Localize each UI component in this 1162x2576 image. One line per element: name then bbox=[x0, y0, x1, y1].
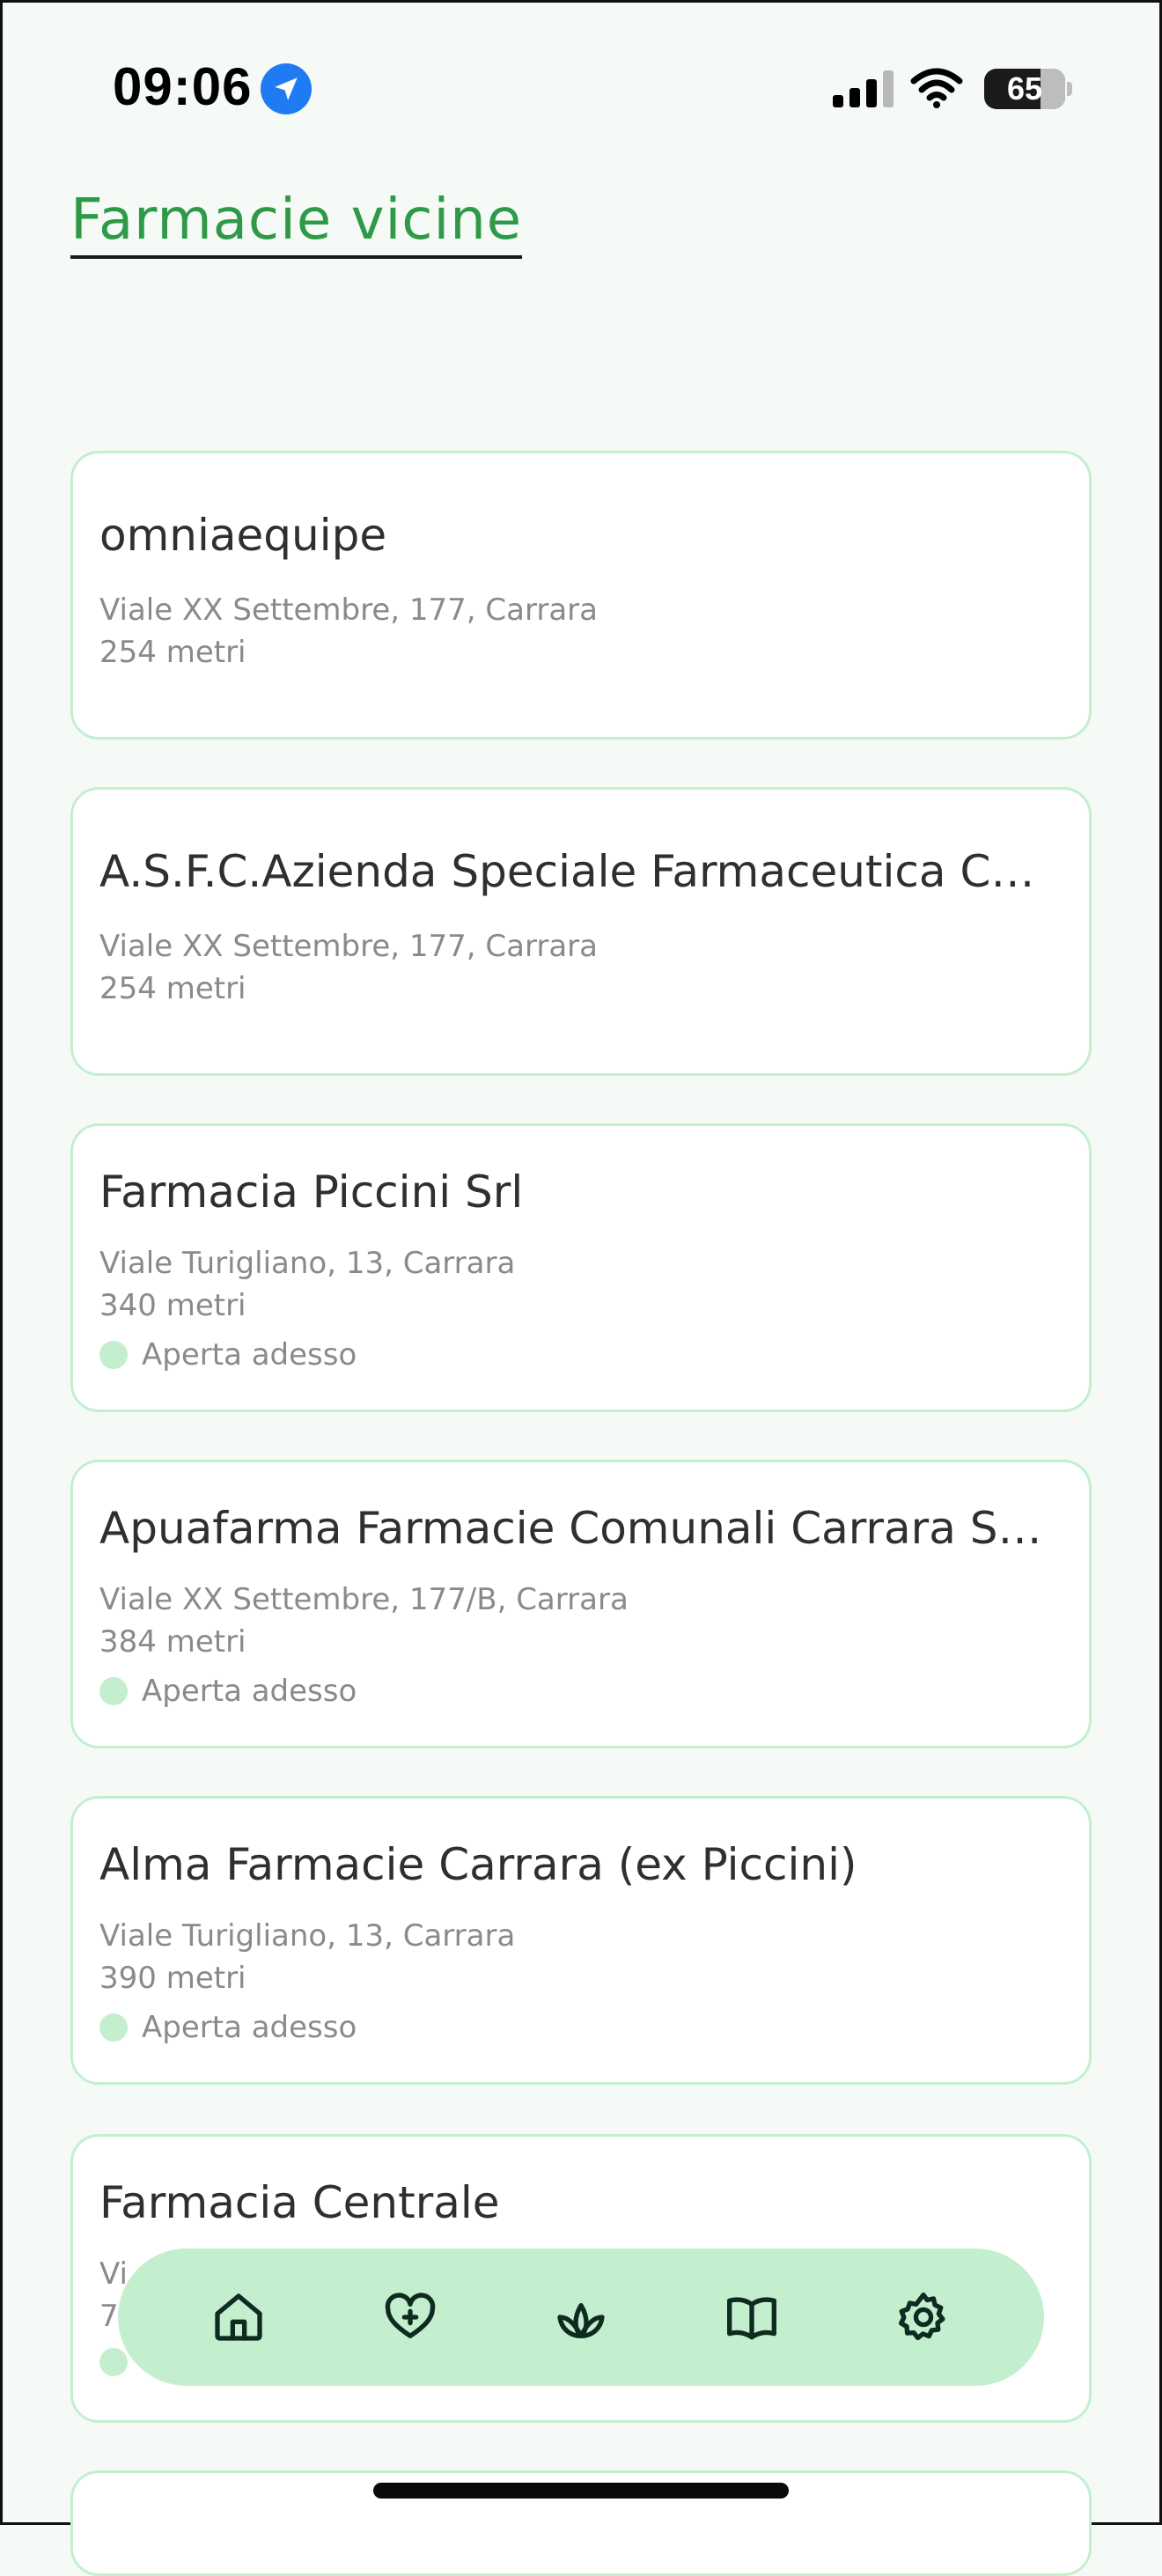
battery-cap bbox=[1067, 82, 1072, 96]
open-status-label: Aperta adesso bbox=[142, 1337, 357, 1373]
pharmacy-distance: 254 metri bbox=[99, 971, 246, 1006]
open-status bbox=[99, 2348, 128, 2376]
pharmacy-card[interactable]: Alma Farmacie Carrara (ex Piccini) Viale… bbox=[70, 1796, 1092, 2085]
pharmacy-distance: 7 bbox=[99, 2299, 119, 2334]
location-arrow-icon bbox=[261, 63, 312, 114]
pharmacy-address: Viale Turigliano, 13, Carrara bbox=[99, 1246, 516, 1281]
pharmacy-address: Vi bbox=[99, 2256, 128, 2292]
pharmacy-address: Viale XX Settembre, 177/B, Carrara bbox=[99, 1582, 629, 1617]
pharmacy-card[interactable]: Farmacia Piccini Srl Viale Turigliano, 1… bbox=[70, 1123, 1092, 1412]
pharmacy-distance: 254 metri bbox=[99, 635, 246, 670]
pharmacy-name: Apuafarma Farmacie Comunali Carrara S.p.… bbox=[99, 1503, 1054, 1554]
book-icon bbox=[727, 2297, 777, 2340]
page-title[interactable]: Farmacie vicine bbox=[70, 187, 523, 259]
nav-health-button[interactable] bbox=[366, 2273, 454, 2361]
battery-icon: 65 bbox=[984, 69, 1065, 109]
pharmacy-card[interactable]: omniaequipe Viale XX Settembre, 177, Car… bbox=[70, 451, 1092, 740]
gear-icon bbox=[898, 2293, 945, 2341]
open-status-dot bbox=[99, 2348, 128, 2376]
home-indicator bbox=[373, 2483, 789, 2499]
nav-settings-button[interactable] bbox=[879, 2273, 967, 2361]
pharmacy-address: Viale XX Settembre, 177, Carrara bbox=[99, 592, 598, 628]
home-icon bbox=[215, 2293, 262, 2341]
pharmacy-distance: 384 metri bbox=[99, 1624, 246, 1660]
battery-level: 65 bbox=[1006, 70, 1043, 107]
open-status-dot bbox=[99, 1341, 128, 1369]
lotus-icon bbox=[557, 2303, 605, 2338]
open-status-dot bbox=[99, 2013, 128, 2042]
pharmacy-name: Alma Farmacie Carrara (ex Piccini) bbox=[99, 1839, 857, 1890]
pharmacy-address: Viale Turigliano, 13, Carrara bbox=[99, 1918, 516, 1954]
pharmacy-distance: 340 metri bbox=[99, 1288, 246, 1323]
pharmacy-name: Farmacia Piccini Srl bbox=[99, 1167, 524, 1218]
wifi-icon bbox=[910, 67, 963, 113]
pharmacy-card[interactable]: A.S.F.C.Azienda Speciale Farmaceutica Ca… bbox=[70, 787, 1092, 1076]
nav-wellness-button[interactable] bbox=[537, 2273, 625, 2361]
pharmacy-name: A.S.F.C.Azienda Speciale Farmaceutica Ca… bbox=[99, 846, 1054, 897]
open-status-label: Aperta adesso bbox=[142, 2010, 357, 2045]
open-status: Aperta adesso bbox=[99, 1674, 357, 1709]
bottom-nav bbox=[118, 2248, 1044, 2386]
pharmacy-distance: 390 metri bbox=[99, 1961, 246, 1996]
open-status-dot bbox=[99, 1677, 128, 1705]
pharmacy-card[interactable]: Apuafarma Farmacie Comunali Carrara S.p.… bbox=[70, 1460, 1092, 1748]
open-status: Aperta adesso bbox=[99, 1337, 357, 1373]
pharmacy-name: omniaequipe bbox=[99, 510, 387, 561]
pharmacy-address: Viale XX Settembre, 177, Carrara bbox=[99, 929, 598, 964]
pharmacy-name: Farmacia Centrale bbox=[99, 2177, 500, 2228]
nav-home-button[interactable] bbox=[195, 2273, 283, 2361]
open-status: Aperta adesso bbox=[99, 2010, 357, 2045]
nav-guide-button[interactable] bbox=[708, 2273, 796, 2361]
status-time: 09:06 bbox=[113, 57, 253, 116]
cellular-signal-icon bbox=[833, 69, 894, 107]
open-status-label: Aperta adesso bbox=[142, 1674, 357, 1709]
heart-plus-icon bbox=[385, 2293, 435, 2338]
